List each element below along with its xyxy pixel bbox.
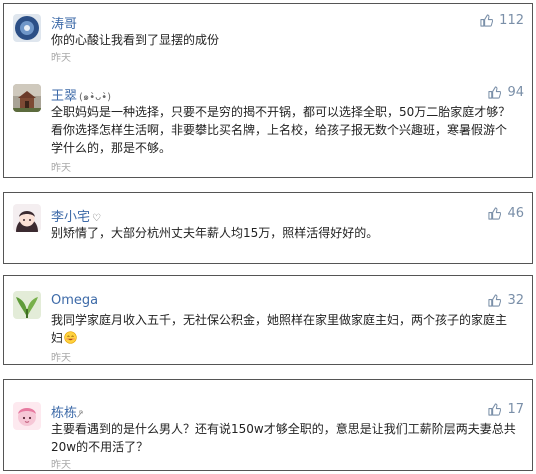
thumbs-up-icon <box>488 207 502 220</box>
username-glyph: ♡ <box>92 213 101 224</box>
comment-text: 我同学家庭月收入五千，无社保公积金，她照样在家里做家庭主妇，两个孩子的家庭主妇 <box>51 311 516 347</box>
username[interactable]: Omega <box>51 293 98 308</box>
username[interactable]: 涛哥 <box>51 13 77 32</box>
comment-card: 涛哥 112 你的心酸让我看到了显摆的成份 昨天 王翠 (๑•̀ᴗ•̀) 94 … <box>3 3 533 178</box>
comment-text: 全职妈妈是一种选择，只要不是穷的揭不开锅，都可以选择全职，50万二胎家庭才够？看… <box>51 105 511 155</box>
timestamp: 昨天 <box>51 353 71 364</box>
smile-emoji-icon <box>64 331 77 344</box>
like-count: 94 <box>507 85 524 100</box>
like-count: 46 <box>507 206 524 221</box>
comment-item: 李小宅 ♡ 46 别矫情了，大部分杭州丈夫年薪人均15万，照样活得好好的。 <box>4 193 532 263</box>
like-button[interactable]: 17 <box>488 402 524 417</box>
pink-character-avatar-icon <box>13 402 41 430</box>
like-button[interactable]: 94 <box>488 85 524 100</box>
comment-text-body: 我同学家庭月收入五千，无社保公积金，她照样在家里做家庭主妇，两个孩子的家庭主妇 <box>51 313 508 345</box>
house-landscape-avatar-icon <box>13 84 41 112</box>
comment-card: 李小宅 ♡ 46 别矫情了，大部分杭州丈夫年薪人均15万，照样活得好好的。 <box>3 192 533 264</box>
username-text[interactable]: 涛哥 <box>51 17 77 32</box>
green-plant-avatar-icon <box>13 291 41 319</box>
blue-circle-avatar-icon <box>13 14 41 42</box>
timestamp: 昨天 <box>51 163 71 174</box>
username-text[interactable]: 李小宅 <box>51 210 90 225</box>
username-text[interactable]: 王翠 <box>51 89 77 104</box>
timestamp: 昨天 <box>51 460 71 471</box>
comment-card: Omega 32 我同学家庭月收入五千，无社保公积金，她照样在家里做家庭主妇，两… <box>3 275 533 365</box>
comment-text: 主要看遇到的是什么男人？还有说150w才够全职的，意思是让我们工薪阶层两夫妻总共… <box>51 422 516 454</box>
like-count: 17 <box>507 402 524 417</box>
comment-card: 栋栋 ⁿ̷ 17 主要看遇到的是什么男人？还有说150w才够全职的，意思是让我们工… <box>3 379 533 471</box>
avatar[interactable] <box>13 204 41 232</box>
like-count: 32 <box>507 293 524 308</box>
anime-girl-avatar-icon <box>13 204 41 232</box>
comment-text: 别矫情了，大部分杭州丈夫年薪人均15万，照样活得好好的。 <box>51 226 379 240</box>
avatar[interactable] <box>13 402 41 430</box>
like-button[interactable]: 46 <box>488 206 524 221</box>
comment-text: 你的心酸让我看到了显摆的成份 <box>51 33 220 47</box>
username[interactable]: 李小宅 ♡ <box>51 206 101 225</box>
thumbs-up-icon <box>480 14 494 27</box>
username[interactable]: 栋栋 ⁿ̷ <box>51 402 83 421</box>
comment-item: 王翠 (๑•̀ᴗ•̀) 94 全职妈妈是一种选择，只要不是穷的揭不开锅，都可以选择… <box>4 78 532 178</box>
comment-item: Omega 32 我同学家庭月收入五千，无社保公积金，她照样在家里做家庭主妇，两… <box>4 276 532 364</box>
thumbs-up-icon <box>488 86 502 99</box>
like-count: 112 <box>499 13 524 28</box>
username[interactable]: 王翠 (๑•̀ᴗ•̀) <box>51 85 111 105</box>
avatar[interactable] <box>13 84 41 112</box>
comment-item: 涛哥 112 你的心酸让我看到了显摆的成份 昨天 <box>4 4 532 64</box>
comment-item: 栋栋 ⁿ̷ 17 主要看遇到的是什么男人？还有说150w才够全职的，意思是让我们工… <box>4 380 532 471</box>
like-button[interactable]: 32 <box>488 293 524 308</box>
timestamp: 昨天 <box>51 53 71 64</box>
avatar[interactable] <box>13 14 41 42</box>
thumbs-up-icon <box>488 294 502 307</box>
thumbs-up-icon <box>488 403 502 416</box>
username-text[interactable]: 栋栋 <box>51 406 77 421</box>
username-text[interactable]: Omega <box>51 293 98 308</box>
username-glyph: (๑•̀ᴗ•̀) <box>79 92 112 103</box>
username-glyph: ⁿ̷ <box>79 409 83 420</box>
avatar[interactable] <box>13 291 41 319</box>
like-button[interactable]: 112 <box>480 13 524 28</box>
